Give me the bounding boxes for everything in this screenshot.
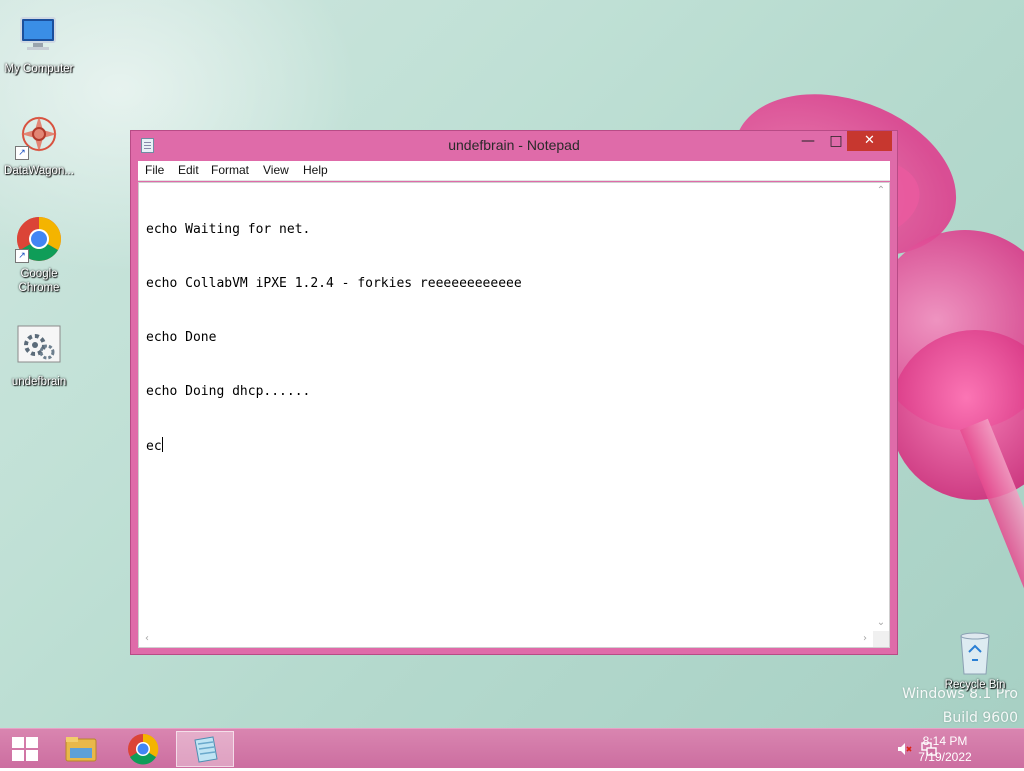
desktop-icon-label: undefbrain — [11, 376, 67, 388]
windows-logo-icon — [12, 750, 24, 761]
system-clock[interactable]: 8:14 PM 7/19/2022 — [910, 733, 980, 765]
vertical-scrollbar[interactable]: ⌃ ⌄ — [873, 183, 889, 631]
desktop-icon-label: Google Chrome — [18, 268, 60, 294]
text-line: echo Waiting for net. — [146, 222, 311, 237]
desktop-icon-chrome[interactable]: ↗ Google Chrome — [0, 215, 78, 295]
maximize-button[interactable]: □ — [823, 131, 849, 151]
text-line: echo Done — [146, 330, 217, 345]
taskbar-chrome[interactable] — [114, 731, 172, 767]
horizontal-scrollbar[interactable]: ‹ › — [139, 631, 873, 647]
desktop-icon-label: Recycle Bin — [944, 679, 1006, 691]
chrome-icon — [128, 733, 159, 765]
text-line: echo CollabVM iPXE 1.2.4 - forkies reeee… — [146, 276, 522, 291]
windows-logo-icon — [26, 750, 38, 761]
menu-bar: File Edit Format View Help — [138, 161, 890, 181]
desktop-icon-datawagon[interactable]: ↗ DataWagon... — [0, 112, 78, 178]
text-line: ec — [146, 439, 162, 454]
menu-help[interactable]: Help — [303, 163, 328, 177]
file-explorer-icon — [65, 737, 97, 762]
shortcut-arrow-icon: ↗ — [15, 249, 29, 263]
menu-view[interactable]: View — [263, 163, 289, 177]
desktop-icon-my-computer[interactable]: My Computer — [0, 10, 78, 76]
scroll-left-icon[interactable]: ‹ — [139, 631, 155, 647]
desktop-icon-undefbrain[interactable]: undefbrain — [0, 323, 78, 389]
scroll-right-icon[interactable]: › — [857, 631, 873, 647]
notepad-icon — [194, 736, 218, 763]
minimize-button[interactable]: — — [795, 131, 821, 151]
taskbar-file-explorer[interactable] — [52, 731, 110, 767]
computer-icon — [15, 10, 63, 58]
scroll-down-icon[interactable]: ⌄ — [873, 615, 889, 631]
text-editor[interactable]: echo Waiting for net. echo CollabVM iPXE… — [138, 182, 890, 648]
text-line-current: ec — [146, 437, 871, 456]
resize-grip-icon[interactable] — [873, 631, 889, 647]
menu-file[interactable]: File — [145, 163, 164, 177]
scroll-up-icon[interactable]: ⌃ — [873, 183, 889, 199]
clock-date: 7/19/2022 — [918, 750, 972, 764]
menu-format[interactable]: Format — [211, 163, 249, 177]
start-button[interactable] — [12, 737, 38, 761]
window-title: undefbrain - Notepad — [448, 137, 580, 153]
datawagon-icon: ↗ — [15, 112, 63, 160]
title-bar[interactable]: undefbrain - Notepad — □ ✕ — [131, 131, 897, 161]
desktop-icon-recycle-bin[interactable]: Recycle Bin — [936, 630, 1014, 692]
notepad-window[interactable]: undefbrain - Notepad — □ ✕ File Edit For… — [130, 130, 898, 655]
shortcut-arrow-icon: ↗ — [15, 146, 29, 160]
desktop: My Computer ↗ DataWagon... ↗ Google Chro… — [0, 0, 1024, 728]
desktop-icon-label: DataWagon... — [4, 165, 74, 177]
close-button[interactable]: ✕ — [847, 131, 892, 151]
clock-time: 8:14 PM — [922, 734, 968, 748]
windows-logo-icon — [26, 737, 38, 748]
taskbar-notepad[interactable] — [176, 731, 234, 767]
desktop-icon-label: My Computer — [4, 63, 74, 75]
taskbar: 8:14 PM 7/19/2022 — [0, 728, 1024, 768]
windows-build-watermark: Build 9600 — [942, 710, 1018, 726]
windows-logo-icon — [12, 737, 24, 748]
text-line: echo Doing dhcp...... — [146, 384, 311, 399]
text-caret — [161, 437, 163, 452]
recycle-bin-icon — [955, 630, 995, 678]
editor-content[interactable]: echo Waiting for net. echo CollabVM iPXE… — [146, 185, 871, 625]
batch-file-icon — [15, 323, 63, 371]
menu-edit[interactable]: Edit — [178, 163, 199, 177]
chrome-icon: ↗ — [15, 215, 63, 263]
